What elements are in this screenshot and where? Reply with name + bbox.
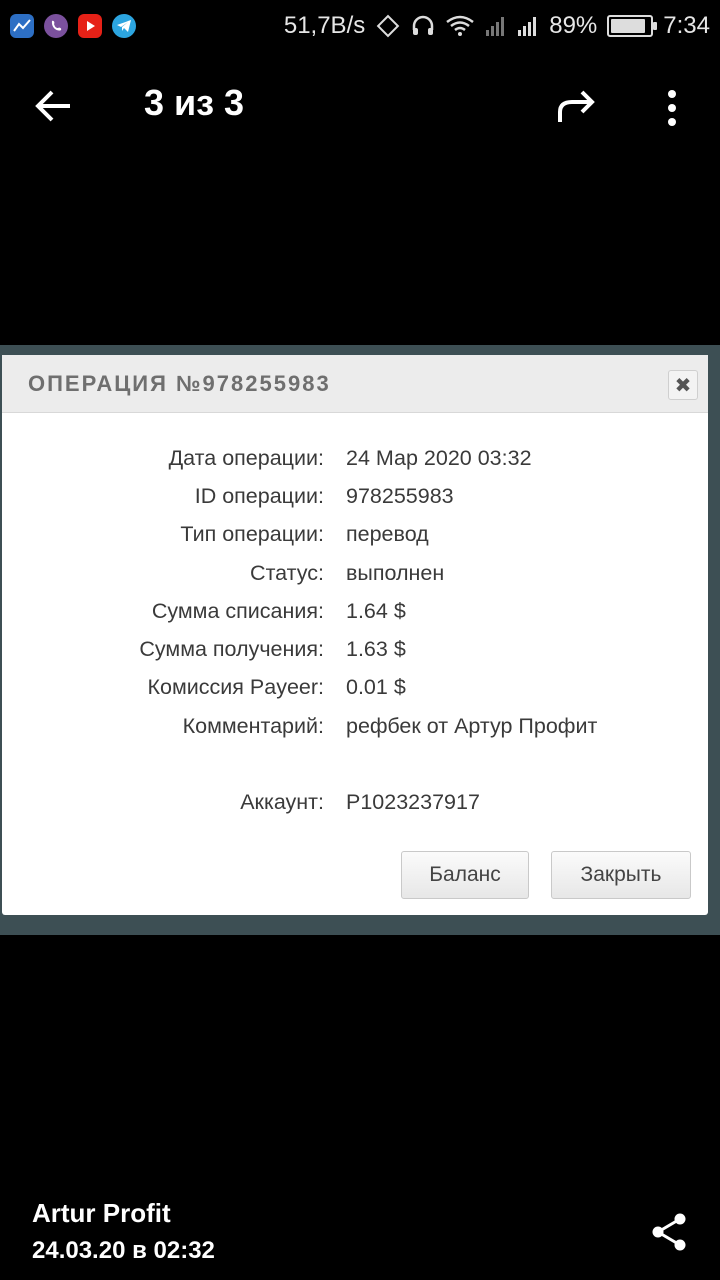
sender-name: Artur Profit: [32, 1198, 171, 1228]
detail-value: 1.64 $: [346, 598, 406, 623]
detail-value: 978255983: [346, 483, 454, 508]
detail-label: Сумма списания:: [151, 598, 324, 623]
detail-label: Статус:: [250, 560, 324, 585]
page-counter: 3 из 3: [144, 82, 245, 123]
detail-row: ID операции: 978255983: [2, 477, 708, 515]
detail-row: Дата операции: 24 Мар 2020 03:32: [2, 439, 708, 477]
forward-icon[interactable]: [554, 90, 598, 126]
status-bar: 51,7B/s 89% 7:34: [0, 0, 720, 52]
back-arrow-icon[interactable]: [34, 88, 74, 124]
account-label: Аккаунт:: [240, 790, 324, 815]
notification-icons: [10, 14, 136, 38]
detail-value: 1.63 $: [346, 637, 406, 662]
network-speed: 51,7B/s: [283, 12, 366, 39]
headphones-icon: [411, 14, 435, 38]
operation-dialog: ОПЕРАЦИЯ №978255983 ✖ Дата операции: 24 М…: [2, 355, 708, 915]
detail-label: Комиссия Payeer:: [147, 675, 325, 700]
detail-row: Статус: выполнен: [2, 554, 708, 592]
close-button[interactable]: Закрыть: [551, 851, 691, 899]
photo-date: 24.03.20 в 02:32: [32, 1237, 215, 1264]
dialog-header: ОПЕРАЦИЯ №978255983 ✖: [2, 355, 708, 413]
viewer-toolbar: 3 из 3: [0, 70, 720, 142]
detail-value: 24 Мар 2020 03:32: [346, 445, 532, 470]
dialog-title: ОПЕРАЦИЯ №978255983: [28, 370, 331, 396]
detail-label: Дата операции:: [168, 445, 324, 470]
detail-row: Комиссия Payeer: 0.01 $: [2, 669, 708, 707]
signal-icon: [517, 14, 539, 38]
account-value: P1023237917: [346, 790, 480, 815]
detail-value: рефбек от Артур Профит: [346, 713, 598, 738]
detail-label: ID операции:: [194, 483, 324, 508]
rotate-icon: [375, 13, 401, 39]
photo-info: Artur Profit 24.03.20 в 02:32: [32, 1198, 215, 1265]
account-row: Аккаунт: P1023237917: [2, 783, 708, 821]
operation-details: Дата операции: 24 Мар 2020 03:32 ID опера…: [2, 439, 708, 822]
clock: 7:34: [663, 12, 710, 39]
battery-percent: 89%: [549, 12, 598, 39]
telegram-icon: [112, 14, 136, 38]
share-icon[interactable]: [650, 1212, 690, 1252]
youtube-icon: [78, 14, 102, 38]
system-indicators: 51,7B/s 89% 7:34: [284, 12, 710, 40]
detail-row: Комментарий: рефбек от Артур Профит: [2, 707, 708, 745]
stocks-app-icon: [10, 14, 34, 38]
detail-value: выполнен: [346, 560, 445, 585]
detail-label: Комментарий:: [182, 713, 324, 738]
detail-row: Сумма списания: 1.64 $: [2, 592, 708, 630]
more-options-icon[interactable]: [660, 88, 684, 128]
detail-label: Тип операции:: [180, 522, 324, 547]
close-icon[interactable]: ✖: [668, 370, 698, 400]
battery-icon: [607, 15, 658, 37]
detail-value: 0.01 $: [346, 675, 406, 700]
detail-row: Тип операции: перевод: [2, 516, 708, 554]
signal-weak-icon: [485, 14, 507, 38]
detail-label: Сумма получения:: [139, 637, 324, 662]
detail-row: Сумма получения: 1.63 $: [2, 630, 708, 668]
detail-value: перевод: [346, 522, 429, 547]
viber-icon: [44, 14, 68, 38]
balance-button[interactable]: Баланс: [401, 851, 529, 899]
wifi-icon: [445, 14, 475, 38]
